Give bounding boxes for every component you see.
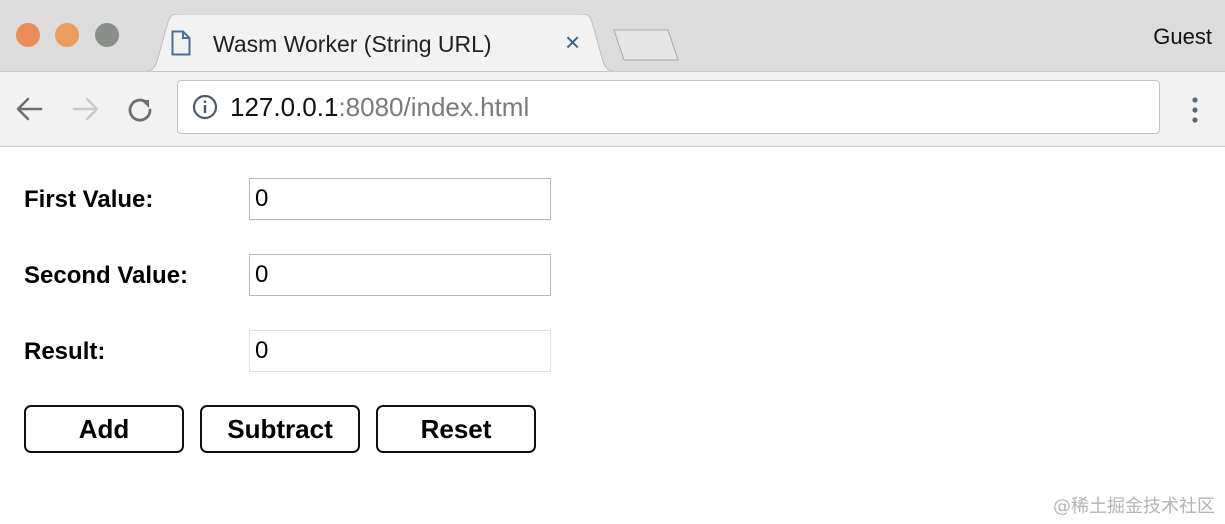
reset-button[interactable]: Reset	[376, 405, 536, 453]
tab-title: Wasm Worker (String URL)	[213, 31, 492, 57]
address-bar[interactable]: 127.0.0.1:8080/index.html	[177, 80, 1160, 134]
browser-titlebar: Wasm Worker (String URL) × Guest	[0, 0, 1225, 72]
reload-icon[interactable]	[124, 94, 156, 126]
add-button[interactable]: Add	[24, 405, 184, 453]
second-value-input[interactable]	[249, 254, 551, 296]
url-host: 127.0.0.1	[230, 92, 339, 122]
back-arrow-icon[interactable]	[14, 94, 44, 124]
browser-toolbar: 127.0.0.1:8080/index.html	[0, 71, 1225, 147]
result-label: Result:	[24, 338, 106, 365]
browser-tab[interactable]: Wasm Worker (String URL) ×	[140, 14, 620, 72]
new-tab-button[interactable]	[610, 28, 682, 62]
watermark: @稀土掘金技术社区	[1053, 496, 1215, 517]
window-maximize-button[interactable]	[95, 23, 119, 47]
tab-close-icon[interactable]: ×	[565, 29, 580, 55]
profile-guest[interactable]: Guest	[1153, 24, 1212, 50]
forward-arrow-icon[interactable]	[71, 94, 101, 124]
result-input	[249, 330, 551, 372]
window-minimize-button[interactable]	[55, 23, 79, 47]
menu-kebab-icon[interactable]	[1190, 96, 1200, 124]
second-value-label: Second Value:	[24, 262, 189, 289]
url-text: 127.0.0.1:8080/index.html	[230, 92, 529, 123]
subtract-button[interactable]: Subtract	[200, 405, 360, 453]
first-value-label: First Value:	[24, 186, 154, 213]
first-value-row: First Value:	[24, 178, 624, 220]
info-icon[interactable]	[192, 94, 218, 120]
window-close-button[interactable]	[16, 23, 40, 47]
document-icon	[171, 30, 191, 56]
url-path: :8080/index.html	[338, 92, 530, 122]
result-row: Result:	[24, 330, 624, 372]
second-value-row: Second Value:	[24, 254, 624, 296]
first-value-input[interactable]	[249, 178, 551, 220]
